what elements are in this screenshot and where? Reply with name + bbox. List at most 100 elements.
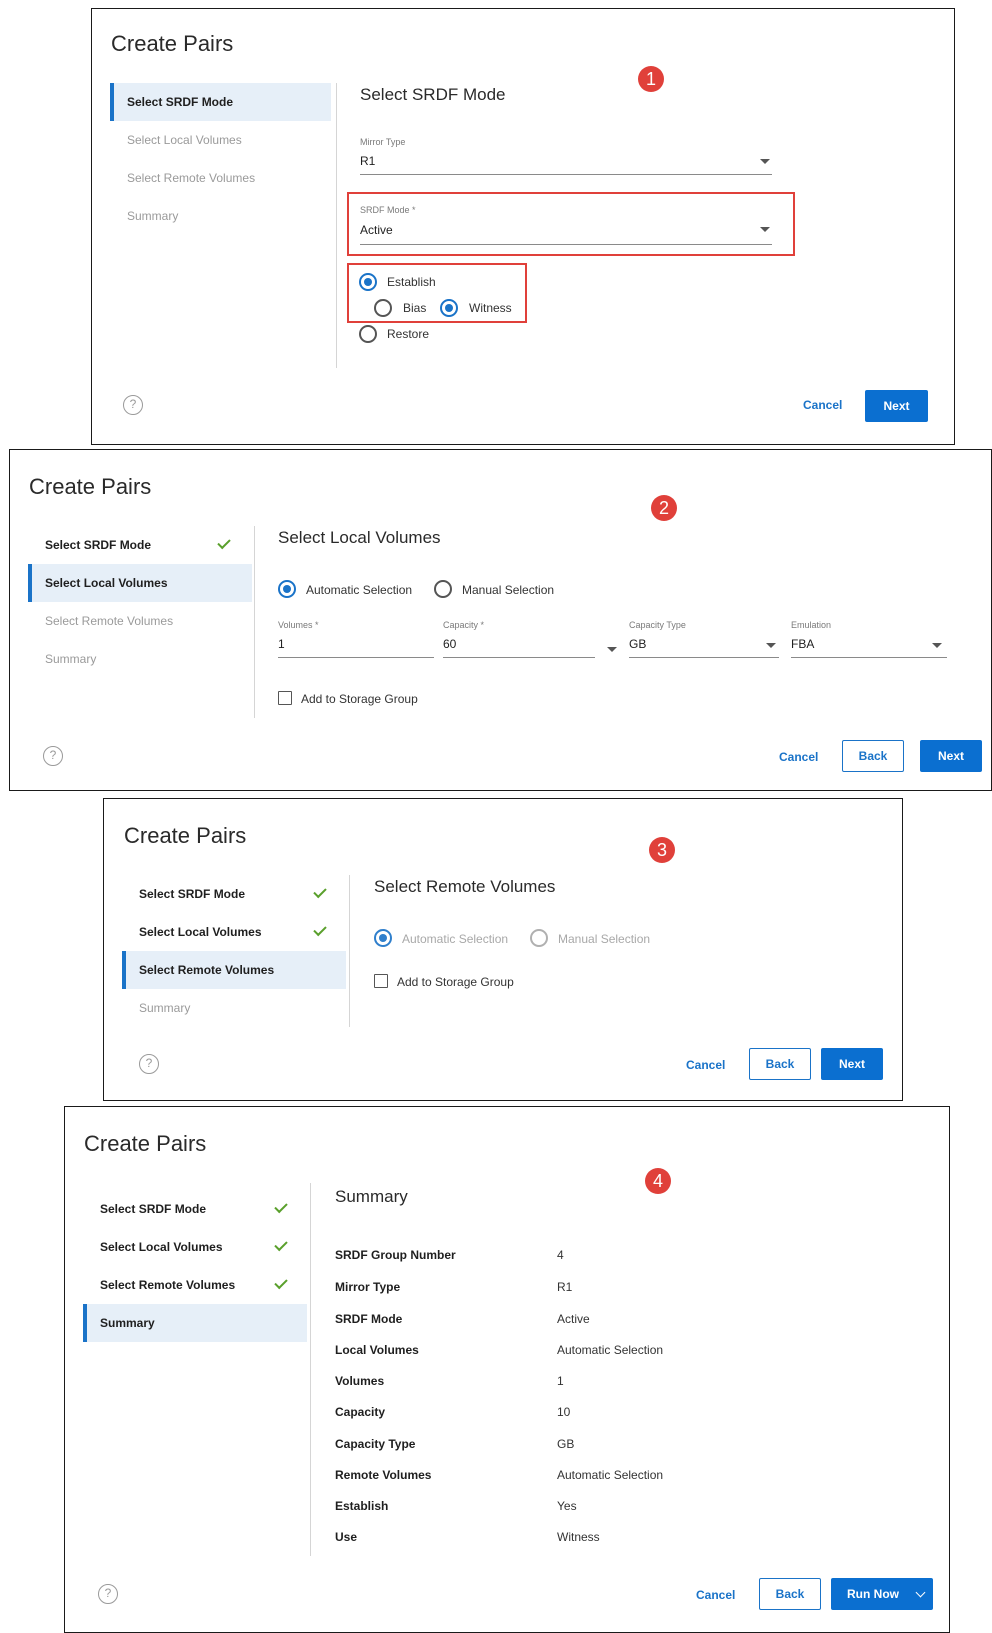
capacity-type-label: Capacity Type — [629, 620, 686, 630]
step-badge: 1 — [638, 66, 664, 92]
nav-item-select-srdf-mode[interactable]: Select SRDF Mode — [110, 83, 331, 121]
witness-label: Witness — [469, 301, 512, 315]
summary-value: Yes — [557, 1499, 577, 1513]
summary-value: 1 — [557, 1374, 564, 1388]
nav-item-select-local-volumes[interactable]: Select Local Volumes — [122, 913, 346, 951]
automatic-selection-radio[interactable] — [374, 929, 392, 947]
summary-value: Automatic Selection — [557, 1468, 664, 1482]
nav-item-select-local-volumes[interactable]: Select Local Volumes — [83, 1228, 307, 1266]
establish-radio[interactable] — [359, 273, 377, 291]
next-button[interactable]: Next — [821, 1048, 883, 1080]
help-icon[interactable]: ? — [123, 395, 143, 415]
nav-divider — [349, 875, 350, 1027]
chevron-down-icon[interactable] — [915, 1587, 926, 1598]
help-icon[interactable]: ? — [139, 1054, 159, 1074]
summary-key: SRDF Group Number — [335, 1248, 456, 1262]
capacity-type-value: GB — [629, 637, 647, 651]
nav-item-summary[interactable]: Summary — [110, 197, 331, 235]
back-button[interactable]: Back — [759, 1578, 821, 1610]
automatic-selection-label: Automatic Selection — [402, 932, 509, 946]
create-pairs-panel-step-2: Create Pairs 2 Select SRDF Mode Select L… — [9, 449, 992, 791]
summary-key: Local Volumes — [335, 1343, 419, 1357]
step-badge: 2 — [651, 495, 677, 521]
back-button[interactable]: Back — [749, 1048, 811, 1080]
add-to-storage-group-label: Add to Storage Group — [301, 692, 418, 706]
nav-item-select-remote-volumes[interactable]: Select Remote Volumes — [83, 1266, 307, 1304]
emulation-label: Emulation — [791, 620, 832, 630]
dialog-title: Create Pairs — [124, 823, 247, 848]
help-icon[interactable]: ? — [43, 746, 63, 766]
help-icon[interactable]: ? — [98, 1584, 118, 1604]
chevron-down-icon[interactable] — [932, 643, 942, 648]
summary-value: Automatic Selection — [557, 1343, 664, 1357]
nav-item-select-remote-volumes[interactable]: Select Remote Volumes — [28, 602, 252, 640]
manual-selection-label: Manual Selection — [558, 932, 651, 946]
section-title: Select Local Volumes — [278, 528, 441, 547]
nav-item-summary[interactable]: Summary — [28, 640, 252, 678]
summary-value: Witness — [557, 1530, 600, 1544]
cancel-button[interactable]: Cancel — [779, 750, 818, 764]
restore-radio[interactable] — [359, 325, 377, 343]
back-button[interactable]: Back — [842, 740, 904, 772]
cancel-button[interactable]: Cancel — [686, 1058, 725, 1072]
create-pairs-panel-step-4: Create Pairs 4 Select SRDF Mode Select L… — [64, 1106, 950, 1633]
automatic-selection-radio[interactable] — [278, 580, 296, 598]
chevron-down-icon[interactable] — [760, 227, 770, 232]
chevron-down-icon[interactable] — [607, 647, 617, 652]
nav-item-select-remote-volumes[interactable]: Select Remote Volumes — [110, 159, 331, 197]
section-title: Select SRDF Mode — [360, 85, 506, 104]
next-button[interactable]: Next — [920, 740, 982, 772]
dialog-title: Create Pairs — [111, 31, 234, 56]
add-to-storage-group-checkbox[interactable] — [278, 691, 292, 705]
manual-selection-radio[interactable] — [434, 580, 452, 598]
run-now-label: Run Now — [847, 1587, 899, 1601]
mirror-type-underline — [360, 174, 772, 175]
nav-item-select-srdf-mode[interactable]: Select SRDF Mode — [122, 875, 346, 913]
summary-value: GB — [557, 1437, 575, 1451]
nav-item-summary[interactable]: Summary — [122, 989, 346, 1027]
nav-item-select-srdf-mode[interactable]: Select SRDF Mode — [83, 1190, 307, 1228]
nav-divider — [254, 526, 255, 718]
restore-label: Restore — [387, 327, 430, 341]
summary-value: R1 — [557, 1280, 573, 1294]
summary-key: Volumes — [335, 1374, 385, 1388]
create-pairs-panel-step-3: Create Pairs 3 Select SRDF Mode Select L… — [103, 798, 903, 1101]
next-button[interactable]: Next — [865, 390, 928, 422]
witness-radio[interactable] — [440, 299, 458, 317]
nav-item-summary[interactable]: Summary — [83, 1304, 307, 1342]
capacity-value: 60 — [443, 637, 457, 651]
mirror-type-value: R1 — [360, 154, 376, 168]
capacity-type-underline — [629, 657, 779, 658]
capacity-label: Capacity * — [443, 620, 485, 630]
nav-item-select-local-volumes[interactable]: Select Local Volumes — [28, 564, 252, 602]
summary-value: 4 — [557, 1248, 564, 1262]
bias-radio[interactable] — [374, 299, 392, 317]
capacity-underline — [443, 657, 595, 658]
nav-divider — [310, 1183, 311, 1556]
run-now-button[interactable]: Run Now — [831, 1578, 933, 1610]
summary-key: Mirror Type — [335, 1280, 401, 1294]
step-badge: 4 — [645, 1168, 671, 1194]
summary-key: SRDF Mode — [335, 1312, 403, 1326]
summary-key: Capacity Type — [335, 1437, 416, 1451]
emulation-value: FBA — [791, 637, 815, 651]
chevron-down-icon[interactable] — [760, 159, 770, 164]
volumes-value: 1 — [278, 637, 285, 651]
summary-value: 10 — [557, 1405, 571, 1419]
chevron-down-icon[interactable] — [766, 643, 776, 648]
step-badge: 3 — [649, 837, 675, 863]
nav-item-select-local-volumes[interactable]: Select Local Volumes — [110, 121, 331, 159]
section-title: Select Remote Volumes — [374, 877, 556, 896]
cancel-button[interactable]: Cancel — [696, 1588, 735, 1602]
summary-key: Establish — [335, 1499, 389, 1513]
manual-selection-radio[interactable] — [530, 929, 548, 947]
manual-selection-label: Manual Selection — [462, 583, 555, 597]
emulation-underline — [791, 657, 947, 658]
nav-item-select-remote-volumes[interactable]: Select Remote Volumes — [122, 951, 346, 989]
summary-value: Active — [557, 1312, 590, 1326]
add-to-storage-group-checkbox[interactable] — [374, 974, 388, 988]
srdf-mode-label: SRDF Mode * — [360, 205, 416, 215]
cancel-button[interactable]: Cancel — [803, 398, 842, 412]
bias-label: Bias — [403, 301, 427, 315]
establish-label: Establish — [387, 275, 436, 289]
